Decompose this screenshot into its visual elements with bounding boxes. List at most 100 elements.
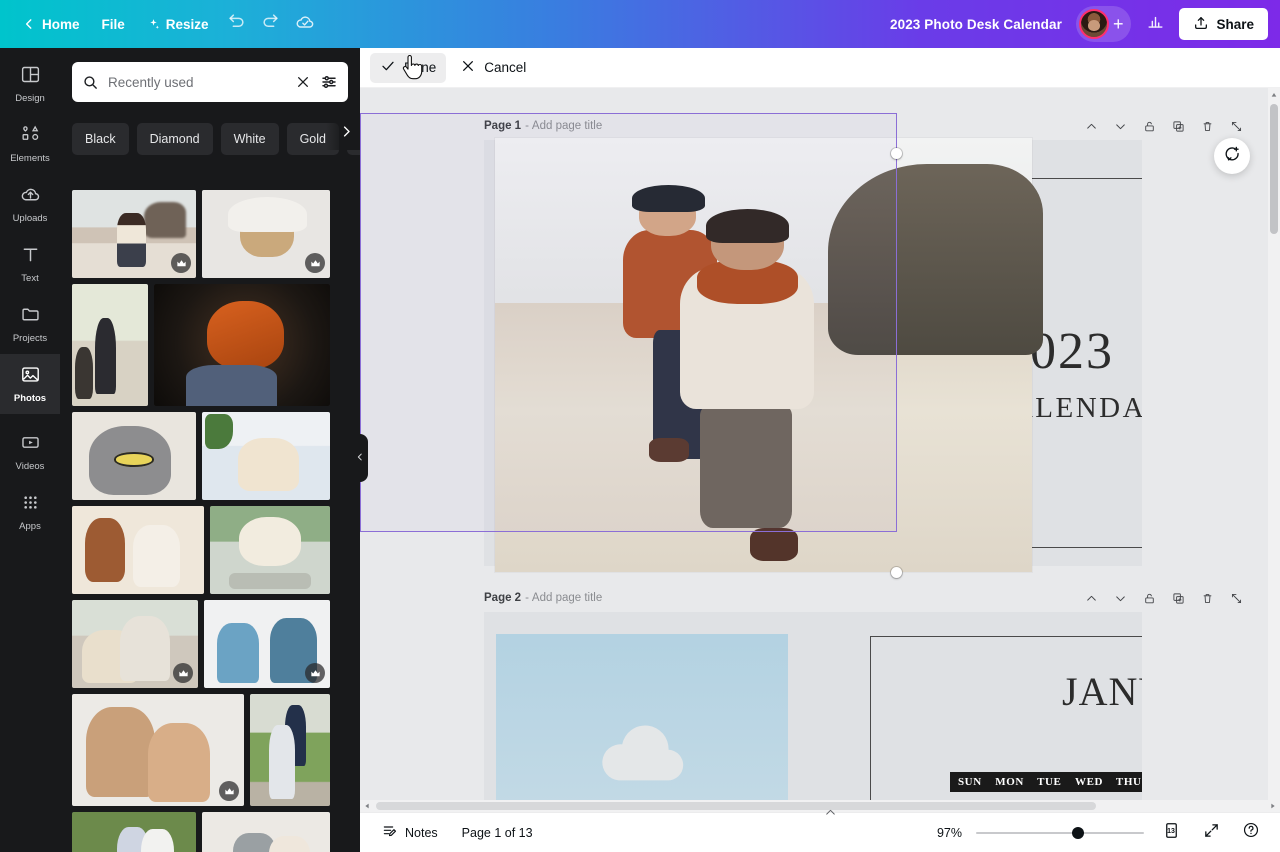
scroll-left-arrow-icon[interactable]: [360, 800, 374, 812]
notes-button[interactable]: Notes: [376, 819, 444, 847]
page2-month-text[interactable]: JANUARY: [1062, 668, 1142, 715]
sidebar-item-label: Projects: [12, 333, 48, 345]
trash-icon[interactable]: [1197, 588, 1217, 608]
help-button[interactable]: [1238, 820, 1264, 846]
filter-chip-diamond[interactable]: Diamond: [136, 123, 213, 155]
home-button[interactable]: Home: [12, 8, 90, 40]
sidebar-item-projects[interactable]: Projects: [0, 294, 60, 354]
sidebar-item-text[interactable]: Text: [0, 234, 60, 294]
sidebar-item-uploads[interactable]: Uploads: [0, 174, 60, 234]
crop-toolbar: Done Cancel: [360, 48, 1280, 88]
lock-icon[interactable]: [1139, 116, 1159, 136]
sidebar-item-photos[interactable]: Photos: [0, 354, 60, 414]
photo-image: [154, 284, 330, 406]
chips-next-button[interactable]: [326, 118, 360, 150]
photo-thumb-family-of-three-smiling[interactable]: [204, 600, 330, 688]
sidebar-item-videos[interactable]: Videos: [0, 422, 60, 482]
avatar[interactable]: [1078, 9, 1109, 39]
photo-thumb-senior-couple-outdoors[interactable]: [72, 812, 196, 852]
photo-thumb-couple-piggyback-on-beach[interactable]: [72, 190, 196, 278]
horizontal-scroll-thumb[interactable]: [376, 802, 1096, 810]
chevron-down-icon[interactable]: [1110, 588, 1130, 608]
sidebar-item-elements[interactable]: Elements: [0, 114, 60, 174]
lock-icon[interactable]: [1139, 588, 1159, 608]
photo-thumb-labrador-puppy-on-bench[interactable]: [210, 506, 330, 594]
scroll-up-arrow-icon[interactable]: [1268, 88, 1280, 102]
redo-button[interactable]: [255, 8, 287, 40]
expand-icon[interactable]: [1226, 588, 1246, 608]
page2-image-placeholder[interactable]: [496, 634, 788, 812]
scroll-right-arrow-icon[interactable]: [1266, 800, 1280, 812]
resize-button[interactable]: Resize: [137, 8, 219, 40]
chevron-down-icon[interactable]: [1110, 116, 1130, 136]
undo-button[interactable]: [221, 8, 253, 40]
insights-button[interactable]: [1139, 8, 1171, 40]
chip-label: Gold: [299, 132, 326, 146]
trash-icon[interactable]: [1197, 116, 1217, 136]
zoom-slider-track: [976, 831, 1144, 834]
share-button[interactable]: Share: [1179, 8, 1268, 40]
photo-thumb-woman-hugging-dog[interactable]: [72, 600, 198, 688]
sidebar-item-design[interactable]: Design: [0, 54, 60, 114]
apps-icon: [20, 492, 41, 518]
filter-chip-black[interactable]: Black: [72, 123, 129, 155]
photo-thumb-girl-hugging-puppy[interactable]: [202, 412, 330, 500]
page-title-placeholder[interactable]: Add page title: [532, 592, 602, 604]
sidebar-item-apps[interactable]: Apps: [0, 482, 60, 542]
fullscreen-button[interactable]: [1198, 820, 1224, 846]
chevron-up-icon[interactable]: [1081, 116, 1101, 136]
fullscreen-icon: [1203, 822, 1220, 844]
duplicate-icon[interactable]: [1168, 116, 1188, 136]
photo-thumb-red-dog-closeup-portrait[interactable]: [154, 284, 330, 406]
text-icon: [20, 244, 41, 270]
design-icon: [20, 64, 41, 90]
canvas-scroll-area[interactable]: Page 1 - Add page title 2023 CALENDA Pag…: [360, 88, 1280, 812]
collaborators-group[interactable]: +: [1075, 6, 1132, 42]
filter-sliders-icon[interactable]: [320, 73, 338, 91]
photo-thumb-woman-with-two-dogs[interactable]: [72, 506, 204, 594]
duplicate-icon[interactable]: [1168, 588, 1188, 608]
zoom-slider-knob[interactable]: [1072, 826, 1084, 839]
magic-resize-icon: [147, 18, 160, 31]
photo-thumb-senior-couple-on-sofa[interactable]: [202, 812, 330, 852]
page-number-label: Page 2: [484, 592, 522, 604]
photo-thumb-couple-selfie-outdoors[interactable]: [72, 694, 244, 806]
page-title-placeholder[interactable]: Add page title: [532, 120, 602, 132]
filter-chip-white[interactable]: White: [220, 123, 279, 155]
canvas-vertical-scrollbar[interactable]: [1268, 88, 1280, 812]
photo-thumb-couple-standing-in-park[interactable]: [250, 694, 330, 806]
dragged-image-beach-couple[interactable]: [495, 138, 1043, 572]
selection-handle-top-right[interactable]: [891, 148, 902, 159]
search-input[interactable]: [108, 74, 286, 90]
expand-icon[interactable]: [1226, 116, 1246, 136]
search-box[interactable]: [72, 62, 348, 102]
selection-handle-bottom-right[interactable]: [891, 567, 902, 578]
close-icon[interactable]: [295, 74, 311, 90]
collapse-panel-button[interactable]: [352, 434, 368, 482]
help-icon: [1242, 821, 1260, 844]
page2-weekday-header[interactable]: SUN MON TUE WED THU FRI SAT: [950, 772, 1142, 792]
document-title[interactable]: 2023 Photo Desk Calendar: [890, 17, 1062, 32]
page-header-2: Page 2 - Add page title: [360, 584, 1260, 612]
notes-label: Notes: [405, 825, 438, 840]
cancel-button[interactable]: Cancel: [450, 53, 536, 83]
photo-row: [72, 284, 348, 406]
photo-thumb-grey-cat-closeup[interactable]: [72, 412, 196, 500]
collapse-bottom-panel-button[interactable]: [812, 808, 848, 822]
photo-thumb-woman-sitting-with-dogs[interactable]: [72, 284, 148, 406]
vertical-scroll-thumb[interactable]: [1270, 104, 1278, 234]
plus-icon[interactable]: +: [1113, 15, 1124, 33]
share-upload-icon: [1193, 15, 1209, 34]
add-comment-button[interactable]: [1214, 138, 1250, 174]
page-grid-view-button[interactable]: 13: [1158, 820, 1184, 846]
cloud-sync-button[interactable]: [289, 8, 321, 40]
weekday-wed: WED: [1074, 776, 1104, 788]
chevron-right-icon: [339, 124, 354, 144]
done-button[interactable]: Done: [370, 52, 447, 83]
photo-results-grid[interactable]: [60, 190, 360, 852]
zoom-slider[interactable]: [976, 826, 1144, 840]
chevron-up-icon[interactable]: [1081, 588, 1101, 608]
page-canvas-2[interactable]: JANUARY 2023 SUN MON TUE WED THU FRI SAT: [484, 612, 1142, 812]
file-menu-button[interactable]: File: [92, 8, 135, 40]
photo-thumb-dog-under-blanket-on-bed[interactable]: [202, 190, 330, 278]
